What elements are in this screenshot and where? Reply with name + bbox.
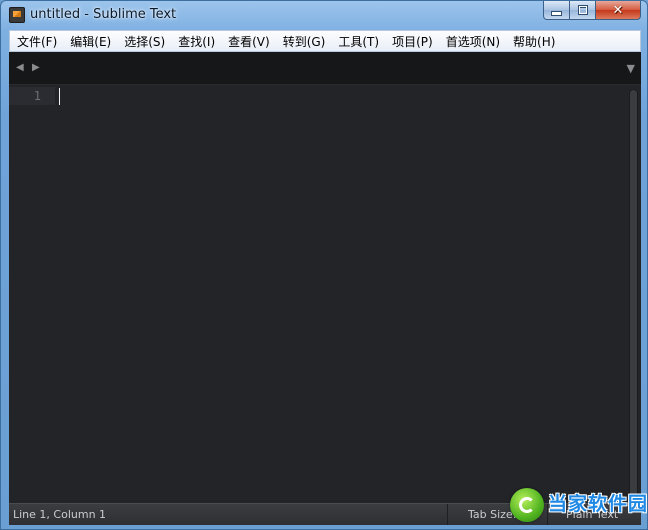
window-title: untitled - Sublime Text	[30, 7, 177, 22]
tab-scroll-left-icon[interactable]: ◀	[16, 63, 24, 73]
window-controls: ✕	[543, 1, 641, 21]
maximize-button[interactable]	[570, 1, 596, 20]
tab-list-dropdown-icon[interactable]: ▼	[627, 62, 635, 75]
window-frame: untitled - Sublime Text ✕ 文件(F) 编辑(E) 选择…	[0, 0, 648, 530]
menu-preferences[interactable]: 首选项(N)	[439, 33, 506, 50]
watermark-logo-icon	[510, 488, 544, 522]
minimize-icon	[551, 10, 562, 16]
line-number-gutter: 1	[9, 85, 55, 503]
menu-edit[interactable]: 编辑(E)	[63, 33, 117, 50]
minimize-button[interactable]	[543, 1, 570, 20]
close-button[interactable]: ✕	[596, 1, 641, 20]
menu-bar: 文件(F) 编辑(E) 选择(S) 查找(I) 查看(V) 转到(G) 工具(T…	[9, 30, 641, 52]
menu-view[interactable]: 查看(V)	[221, 33, 276, 50]
menu-tools[interactable]: 工具(T)	[331, 33, 385, 50]
menu-find[interactable]: 查找(I)	[171, 33, 221, 50]
cursor-position: Line 1, Column 1	[13, 508, 107, 521]
maximize-icon	[577, 5, 588, 15]
title-bar[interactable]: untitled - Sublime Text ✕	[1, 1, 647, 30]
sublime-app-icon[interactable]	[9, 7, 25, 23]
menu-help[interactable]: 帮助(H)	[506, 33, 561, 50]
line-number: 1	[9, 87, 55, 105]
close-icon: ✕	[612, 2, 624, 18]
text-cursor	[59, 88, 60, 105]
vertical-scrollbar[interactable]	[629, 89, 638, 499]
menu-goto[interactable]: 转到(G)	[276, 33, 332, 50]
menu-project[interactable]: 项目(P)	[385, 33, 439, 50]
menu-selection[interactable]: 选择(S)	[117, 33, 171, 50]
editor-area[interactable]: 1	[9, 85, 641, 503]
tab-bar: ◀ ▶ ▼	[9, 52, 641, 85]
menu-file[interactable]: 文件(F)	[10, 33, 63, 50]
tab-scroll-right-icon[interactable]: ▶	[32, 63, 40, 73]
watermark: 当家软件园	[510, 486, 647, 526]
watermark-brand: 当家软件园	[548, 493, 648, 515]
